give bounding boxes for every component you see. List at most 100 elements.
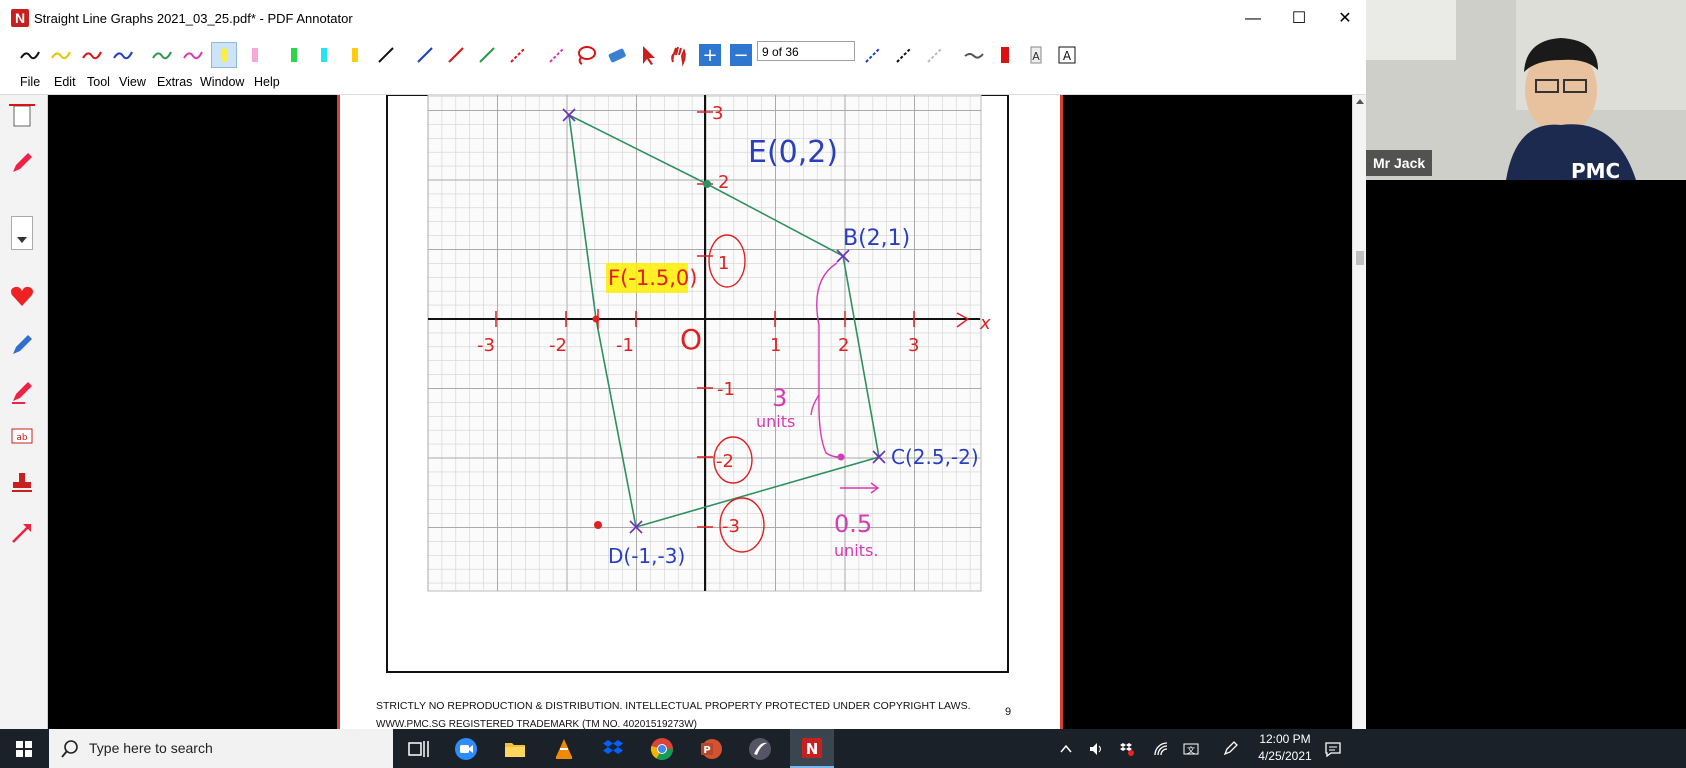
pen-black-icon[interactable] bbox=[17, 42, 43, 68]
speaker-icon[interactable] bbox=[1088, 741, 1104, 757]
scrollbar-thumb[interactable] bbox=[1356, 251, 1364, 265]
chevron-up-tray-icon[interactable] bbox=[1058, 741, 1074, 757]
dashed-line-grey-icon[interactable] bbox=[922, 42, 948, 68]
line-black-icon[interactable] bbox=[373, 42, 399, 68]
taskbar-active-app[interactable]: N bbox=[790, 729, 834, 768]
action-center-icon[interactable] bbox=[1325, 741, 1341, 757]
x-tick-label: 3 bbox=[908, 335, 919, 356]
dashed-line-black-icon[interactable] bbox=[891, 42, 917, 68]
svg-text:N: N bbox=[806, 740, 819, 758]
pen-magenta-icon[interactable] bbox=[180, 42, 206, 68]
label-point-b: B(2,1) bbox=[843, 226, 910, 251]
vlc-icon[interactable] bbox=[552, 737, 576, 761]
vertical-scrollbar[interactable] bbox=[1352, 95, 1366, 729]
zoom-in-icon[interactable]: + bbox=[697, 42, 723, 68]
svg-text:A: A bbox=[1063, 49, 1072, 63]
text-stamp-icon[interactable]: A bbox=[1023, 42, 1049, 68]
highlighter-yellow-icon[interactable] bbox=[211, 42, 237, 68]
windows-start-icon[interactable] bbox=[16, 741, 32, 757]
dashed-line-red-icon[interactable] bbox=[505, 42, 531, 68]
menu-extras[interactable]: Extras bbox=[157, 75, 192, 89]
pdf-writer-icon[interactable] bbox=[748, 737, 772, 761]
highlighter-green-icon[interactable] bbox=[281, 42, 307, 68]
chrome-icon[interactable] bbox=[650, 737, 674, 761]
participant-name-label: Mr Jack bbox=[1366, 150, 1433, 176]
x-tick-label: 2 bbox=[838, 335, 849, 356]
x-tick-label: -2 bbox=[549, 335, 567, 356]
heart-icon[interactable] bbox=[9, 283, 35, 309]
taskbar-search-box[interactable]: Type here to search bbox=[49, 729, 393, 768]
dashed-line-magenta-icon[interactable] bbox=[544, 42, 570, 68]
powerpoint-icon[interactable]: P bbox=[699, 737, 723, 761]
line-green-icon[interactable] bbox=[474, 42, 500, 68]
file-explorer-icon[interactable] bbox=[503, 737, 527, 761]
svg-text:A: A bbox=[1032, 50, 1040, 63]
pdf-page[interactable]: -3 -2 -1 1 2 3 3 2 -2 -1 x O 1 -2 bbox=[340, 95, 1060, 729]
title-bar: N Straight Line Graphs 2021_03_25.pdf* -… bbox=[0, 0, 1366, 38]
menu-file[interactable]: File bbox=[20, 75, 40, 89]
pen-grey-icon[interactable] bbox=[961, 42, 987, 68]
dashed-line-blue-icon[interactable] bbox=[860, 42, 886, 68]
pdf-annotator-icon: N bbox=[802, 738, 822, 758]
dropbox-icon[interactable] bbox=[601, 737, 625, 761]
svg-text:P: P bbox=[703, 745, 710, 756]
tool-scroll-control[interactable] bbox=[11, 216, 33, 250]
close-button[interactable]: ✕ bbox=[1322, 0, 1366, 38]
label-0.5-units: 0.5 bbox=[834, 510, 872, 538]
dropbox-tray-icon[interactable] bbox=[1118, 741, 1134, 757]
minimize-button[interactable]: — bbox=[1230, 0, 1276, 38]
pen-green-icon[interactable] bbox=[149, 42, 175, 68]
pencil-red-icon[interactable] bbox=[9, 150, 35, 176]
page-number-input[interactable]: 9 of 36 bbox=[757, 41, 855, 61]
highlighter-pink-icon[interactable] bbox=[242, 42, 268, 68]
text-box-icon[interactable]: A bbox=[1054, 42, 1080, 68]
highlighter-tool-icon[interactable] bbox=[9, 379, 35, 405]
input-method-icon[interactable]: 文 bbox=[1183, 741, 1199, 757]
svg-text:ab: ab bbox=[16, 433, 28, 443]
arrow-tool-icon[interactable] bbox=[9, 520, 35, 546]
y-tick-label: 1 bbox=[718, 253, 729, 274]
blank-page-icon[interactable] bbox=[9, 103, 35, 129]
highlighter-orange-icon[interactable] bbox=[342, 42, 368, 68]
y-tick-label: -3 bbox=[722, 516, 740, 537]
pen-yellow-icon[interactable] bbox=[48, 42, 74, 68]
menu-edit[interactable]: Edit bbox=[54, 75, 76, 89]
x-tick-label: 1 bbox=[770, 335, 781, 356]
pen-blue-icon[interactable] bbox=[110, 42, 136, 68]
hand-pan-icon[interactable] bbox=[666, 42, 692, 68]
menu-view[interactable]: View bbox=[119, 75, 146, 89]
pdf-annotator-window: N Straight Line Graphs 2021_03_25.pdf* -… bbox=[0, 0, 1366, 729]
maximize-button[interactable]: ☐ bbox=[1276, 0, 1322, 38]
app-logo-icon: N bbox=[11, 9, 29, 27]
highlighter-cyan-icon[interactable] bbox=[311, 42, 337, 68]
pen-blue-tool-icon[interactable] bbox=[9, 332, 35, 358]
pen-red-icon[interactable] bbox=[79, 42, 105, 68]
search-icon bbox=[61, 740, 78, 758]
zoom-app-icon[interactable] bbox=[454, 737, 478, 761]
zoom-out-icon[interactable]: − bbox=[728, 42, 754, 68]
page-edge-right bbox=[1060, 95, 1063, 729]
svg-text:−: − bbox=[733, 45, 748, 66]
taskbar-clock[interactable]: 12:00 PM 4/25/2021 bbox=[1240, 731, 1330, 765]
x-axis-label: x bbox=[979, 313, 991, 334]
point-f-marker bbox=[592, 315, 600, 323]
text-box-tool-icon[interactable]: ab bbox=[9, 423, 35, 449]
menu-help[interactable]: Help bbox=[254, 75, 280, 89]
menu-tool[interactable]: Tool bbox=[87, 75, 110, 89]
line-blue-icon[interactable] bbox=[412, 42, 438, 68]
line-red-icon[interactable] bbox=[443, 42, 469, 68]
select-arrow-icon[interactable] bbox=[635, 42, 661, 68]
color-red-icon[interactable] bbox=[992, 42, 1018, 68]
clock-time: 12:00 PM bbox=[1259, 732, 1311, 746]
menu-window[interactable]: Window bbox=[200, 75, 244, 89]
label-3-units: 3 bbox=[772, 384, 787, 412]
task-view-icon[interactable] bbox=[407, 737, 431, 761]
network-icon[interactable] bbox=[1153, 741, 1169, 757]
chevron-up-icon[interactable] bbox=[1356, 99, 1364, 104]
y-tick-label: 3 bbox=[712, 103, 723, 124]
eraser-icon[interactable] bbox=[604, 42, 630, 68]
lasso-icon[interactable] bbox=[573, 42, 599, 68]
window-title: Straight Line Graphs 2021_03_25.pdf* - P… bbox=[34, 11, 353, 26]
stamp-icon[interactable] bbox=[9, 470, 35, 496]
pen-tray-icon[interactable] bbox=[1222, 741, 1238, 757]
